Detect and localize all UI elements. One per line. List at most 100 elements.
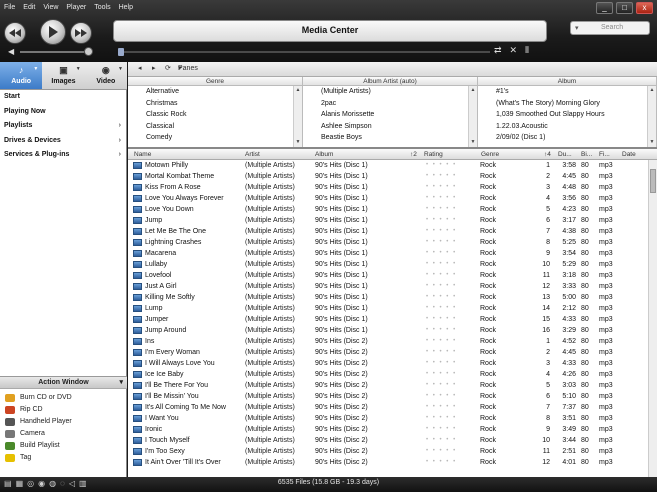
- tab-images[interactable]: ▣ ▼ Images: [42, 62, 84, 89]
- pane-list-item[interactable]: Beastie Boys: [303, 132, 477, 144]
- play-button[interactable]: [40, 19, 66, 45]
- panes-menu[interactable]: Panes ▾: [178, 62, 198, 76]
- menu-edit[interactable]: Edit: [23, 3, 35, 13]
- column-genre[interactable]: Genre: [481, 149, 499, 160]
- pane-list-item[interactable]: Comedy: [128, 132, 302, 144]
- table-row[interactable]: Lump (Multiple Artists) 90's Hits (Disc 1)…: [128, 303, 657, 314]
- rating-stars[interactable]: • • • • •: [426, 248, 476, 259]
- rating-stars[interactable]: • • • • •: [426, 457, 476, 468]
- pane-list-item[interactable]: Alanis Morissette: [303, 109, 477, 121]
- table-row[interactable]: It Ain't Over 'Till It's Over (Multiple A…: [128, 457, 657, 468]
- table-row[interactable]: I Want You (Multiple Artists) 90's Hits (D…: [128, 413, 657, 424]
- table-row[interactable]: I Will Always Love You (Multiple Artists)…: [128, 358, 657, 369]
- minimize-button[interactable]: _: [596, 2, 613, 14]
- shuffle-icon[interactable]: ✕: [510, 45, 518, 56]
- rating-stars[interactable]: • • • • •: [426, 204, 476, 215]
- table-row[interactable]: It's All Coming To Me Now (Multiple Artis…: [128, 402, 657, 413]
- genre-pane-header[interactable]: Genre: [128, 77, 302, 86]
- track-scrollbar[interactable]: [648, 160, 657, 477]
- rating-stars[interactable]: • • • • •: [426, 325, 476, 336]
- action-item[interactable]: Handheld Player: [0, 416, 127, 428]
- table-row[interactable]: Mortal Kombat Theme (Multiple Artists) 90'…: [128, 171, 657, 182]
- table-row[interactable]: Macarena (Multiple Artists) 90's Hits (Dis…: [128, 248, 657, 259]
- menu-help[interactable]: Help: [119, 3, 133, 13]
- speaker-icon[interactable]: ◀: [8, 47, 14, 56]
- scroll-down-icon[interactable]: ▼: [649, 139, 655, 146]
- menu-view[interactable]: View: [43, 3, 58, 13]
- tab-audio[interactable]: ♪ ▼ Audio: [0, 62, 43, 89]
- rating-stars[interactable]: • • • • •: [426, 281, 476, 292]
- maximize-button[interactable]: □: [616, 2, 633, 14]
- rating-stars[interactable]: • • • • •: [426, 226, 476, 237]
- column-filetype[interactable]: Fi...: [599, 149, 610, 160]
- rating-stars[interactable]: • • • • •: [426, 446, 476, 457]
- scrollbar[interactable]: ▲ ▼: [293, 86, 302, 147]
- column-rating[interactable]: Rating: [424, 149, 443, 160]
- rating-stars[interactable]: • • • • •: [426, 171, 476, 182]
- tree-item-services-plugins[interactable]: Services & Plug-ins ›: [0, 148, 127, 163]
- rating-stars[interactable]: • • • • •: [426, 303, 476, 314]
- pane-list-item[interactable]: Alternative: [128, 86, 302, 98]
- pane-list-item[interactable]: (Multiple Artists): [303, 86, 477, 98]
- tree-item-playlists[interactable]: Playlists ›: [0, 119, 127, 134]
- menu-player[interactable]: Player: [66, 3, 86, 13]
- pane-list-item[interactable]: Ashlee Simpson: [303, 121, 477, 133]
- rating-stars[interactable]: • • • • •: [426, 237, 476, 248]
- rating-stars[interactable]: • • • • •: [426, 391, 476, 402]
- action-item[interactable]: Rip CD: [0, 404, 127, 416]
- table-row[interactable]: Let Me Be The One (Multiple Artists) 90's …: [128, 226, 657, 237]
- pane-list-item[interactable]: Christmas: [128, 98, 302, 110]
- table-row[interactable]: I'll Be There For You (Multiple Artists) 9…: [128, 380, 657, 391]
- action-item[interactable]: Burn CD or DVD: [0, 392, 127, 404]
- table-row[interactable]: Lightning Crashes (Multiple Artists) 90's …: [128, 237, 657, 248]
- table-row[interactable]: I'm Too Sexy (Multiple Artists) 90's Hits …: [128, 446, 657, 457]
- table-row[interactable]: Motown Philly (Multiple Artists) 90's Hits…: [128, 160, 657, 171]
- table-row[interactable]: I'm Every Woman (Multiple Artists) 90's Hi…: [128, 347, 657, 358]
- rating-stars[interactable]: • • • • •: [426, 347, 476, 358]
- rating-stars[interactable]: • • • • •: [426, 336, 476, 347]
- action-item[interactable]: Camera: [0, 428, 127, 440]
- rating-stars[interactable]: • • • • •: [426, 413, 476, 424]
- rating-stars[interactable]: • • • • •: [426, 380, 476, 391]
- pane-list-item[interactable]: 2pac: [303, 98, 477, 110]
- next-track-button[interactable]: [70, 22, 92, 44]
- table-row[interactable]: Just A Girl (Multiple Artists) 90's Hits (…: [128, 281, 657, 292]
- volume-control[interactable]: ◀: [8, 47, 93, 56]
- video-dropdown-icon[interactable]: ▼: [118, 66, 123, 72]
- scrollbar[interactable]: ▲ ▼: [647, 86, 656, 147]
- chevron-down-icon[interactable]: ▾: [119, 377, 123, 389]
- pane-list-item[interactable]: Classic Rock: [128, 109, 302, 121]
- action-window-header[interactable]: Action Window ▾: [0, 376, 127, 389]
- chevron-right-icon[interactable]: ›: [119, 148, 121, 163]
- table-row[interactable]: I Touch Myself (Multiple Artists) 90's Hit…: [128, 435, 657, 446]
- scroll-up-icon[interactable]: ▲: [649, 87, 655, 94]
- menu-tools[interactable]: Tools: [94, 3, 110, 13]
- seek-bar[interactable]: [118, 51, 490, 53]
- seek-handle[interactable]: [118, 48, 124, 56]
- search-dropdown-icon[interactable]: ▾: [575, 23, 579, 35]
- back-icon[interactable]: ◂: [138, 62, 142, 76]
- scroll-up-icon[interactable]: ▲: [470, 87, 476, 94]
- tree-item-start[interactable]: Start: [0, 90, 127, 105]
- rating-stars[interactable]: • • • • •: [426, 402, 476, 413]
- scroll-down-icon[interactable]: ▼: [470, 139, 476, 146]
- album-artist-pane-header[interactable]: Album Artist (auto): [303, 77, 477, 86]
- table-row[interactable]: Ironic (Multiple Artists) 90's Hits (Disc …: [128, 424, 657, 435]
- rating-stars[interactable]: • • • • •: [426, 270, 476, 281]
- pane-list-item[interactable]: (What's The Story) Morning Glory: [478, 98, 656, 110]
- rating-stars[interactable]: • • • • •: [426, 424, 476, 435]
- column-bitrate[interactable]: Bi...: [581, 149, 592, 160]
- table-row[interactable]: Ins (Multiple Artists) 90's Hits (Disc 2) R…: [128, 336, 657, 347]
- table-row[interactable]: Lovefool (Multiple Artists) 90's Hits (Dis…: [128, 270, 657, 281]
- table-row[interactable]: Kiss From A Rose (Multiple Artists) 90's H…: [128, 182, 657, 193]
- column-album[interactable]: Album: [315, 149, 333, 160]
- pane-list-item[interactable]: #1's: [478, 86, 656, 98]
- chevron-right-icon[interactable]: ›: [119, 119, 121, 134]
- pane-list-item[interactable]: Classical: [128, 121, 302, 133]
- volume-track[interactable]: [20, 51, 84, 53]
- album-pane-header[interactable]: Album: [478, 77, 656, 86]
- rating-stars[interactable]: • • • • •: [426, 160, 476, 171]
- table-row[interactable]: Jump Around (Multiple Artists) 90's Hits (…: [128, 325, 657, 336]
- previous-track-button[interactable]: [4, 22, 26, 44]
- scroll-up-icon[interactable]: ▲: [295, 87, 301, 94]
